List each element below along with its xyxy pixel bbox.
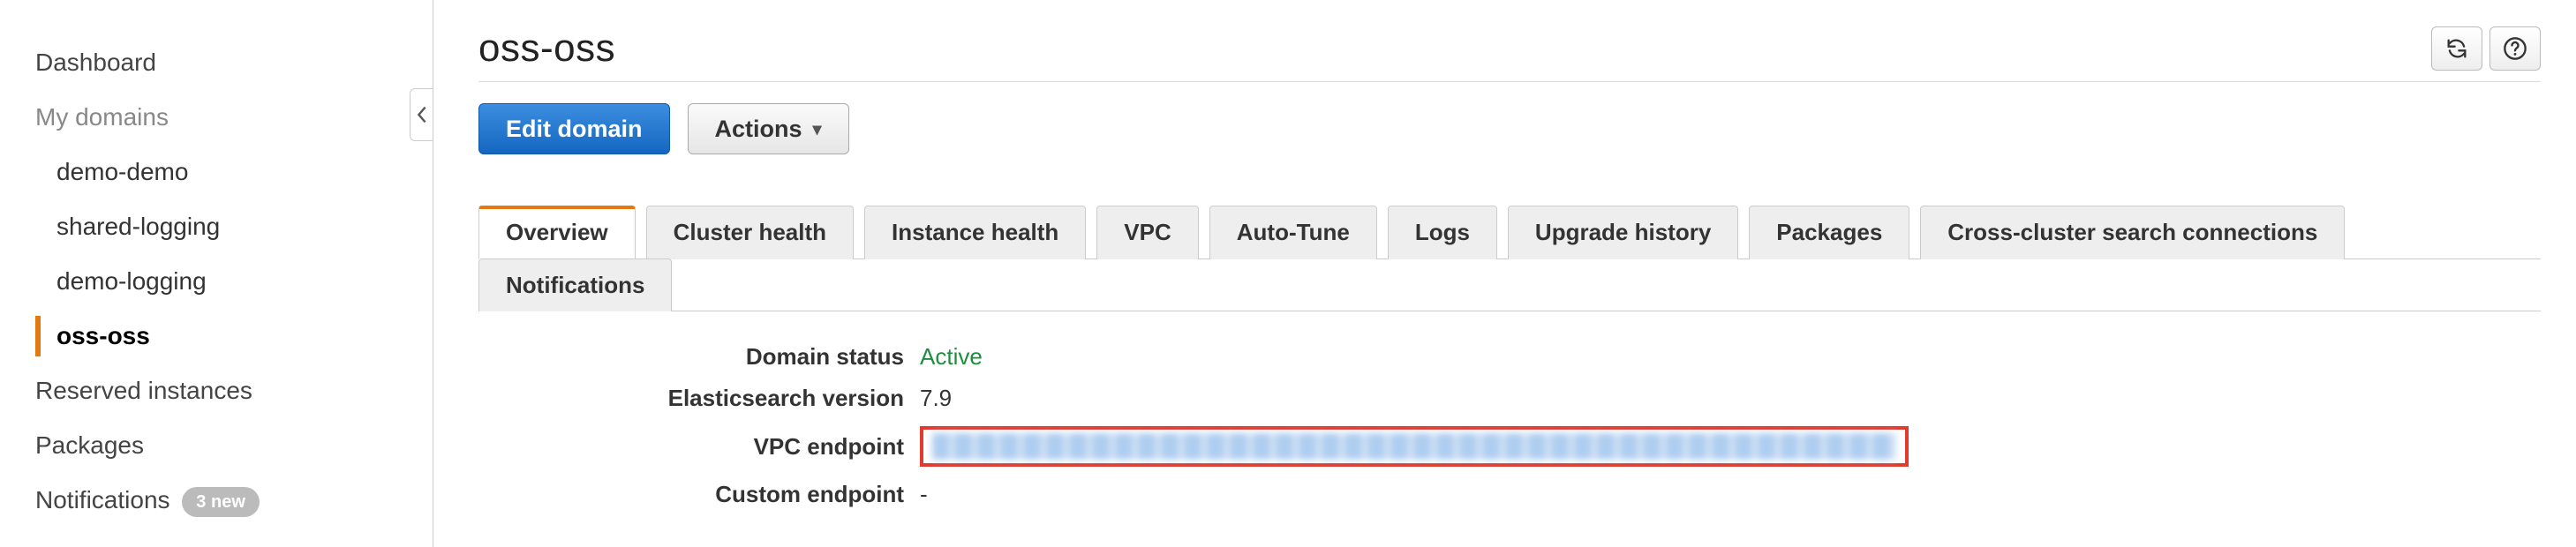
sidebar-item-reserved-instances[interactable]: Reserved instances: [0, 363, 433, 418]
sidebar-item-label: Notifications: [35, 486, 170, 513]
sidebar-item-shared-logging[interactable]: shared-logging: [0, 199, 433, 254]
sidebar-item-my-domains[interactable]: My domains: [0, 90, 433, 145]
tab-packages[interactable]: Packages: [1749, 206, 1909, 259]
vpc-endpoint-value: [920, 426, 1909, 467]
es-version-value: 7.9: [920, 385, 952, 412]
sidebar: Dashboard My domains demo-demo shared-lo…: [0, 0, 433, 547]
edit-domain-button[interactable]: Edit domain: [478, 103, 670, 154]
actions-dropdown[interactable]: Actions ▾: [688, 103, 849, 154]
chevron-down-icon: ▾: [813, 118, 822, 140]
notifications-badge: 3 new: [182, 487, 260, 517]
actions-label: Actions: [715, 116, 802, 143]
sidebar-item-oss-oss[interactable]: oss-oss: [0, 309, 433, 363]
tab-vpc[interactable]: VPC: [1096, 206, 1198, 259]
tab-upgrade-history[interactable]: Upgrade history: [1508, 206, 1738, 259]
refresh-button[interactable]: [2431, 26, 2482, 71]
sidebar-item-packages[interactable]: Packages: [0, 418, 433, 473]
es-version-label: Elasticsearch version: [478, 385, 920, 412]
main-panel: oss-oss Edit domain Actions ▾ Overview C…: [434, 0, 2576, 547]
collapse-sidebar-button[interactable]: [410, 88, 433, 141]
custom-endpoint-value: -: [920, 481, 928, 508]
vpc-endpoint-redacted: [932, 433, 1896, 460]
vpc-endpoint-label: VPC endpoint: [478, 433, 920, 461]
tab-bar: Overview Cluster health Instance health …: [478, 206, 2541, 259]
header-divider: [478, 81, 2541, 82]
tab-logs[interactable]: Logs: [1388, 206, 1497, 259]
domain-status-label: Domain status: [478, 343, 920, 371]
tab-notifications[interactable]: Notifications: [478, 259, 672, 311]
toolbar: Edit domain Actions ▾: [478, 103, 2541, 154]
chevron-left-icon: [417, 106, 427, 124]
tab-auto-tune[interactable]: Auto-Tune: [1209, 206, 1377, 259]
sidebar-item-dashboard[interactable]: Dashboard: [0, 35, 433, 90]
tab-overview[interactable]: Overview: [478, 206, 636, 259]
help-button[interactable]: [2489, 26, 2541, 71]
tab-cluster-health[interactable]: Cluster health: [646, 206, 854, 259]
tab-cross-cluster[interactable]: Cross-cluster search connections: [1920, 206, 2345, 259]
overview-details: Domain status Active Elasticsearch versi…: [478, 311, 2541, 508]
page-title: oss-oss: [478, 26, 615, 71]
tab-bar-row2: Notifications: [478, 259, 2541, 311]
vpc-endpoint-highlight: [920, 426, 1909, 467]
custom-endpoint-label: Custom endpoint: [478, 481, 920, 508]
domain-status-value: Active: [920, 343, 983, 371]
sidebar-item-demo-demo[interactable]: demo-demo: [0, 145, 433, 199]
sidebar-item-notifications[interactable]: Notifications 3 new: [0, 473, 433, 528]
tab-instance-health[interactable]: Instance health: [864, 206, 1086, 259]
refresh-icon: [2444, 36, 2469, 61]
sidebar-item-demo-logging[interactable]: demo-logging: [0, 254, 433, 309]
help-icon: [2503, 36, 2527, 61]
